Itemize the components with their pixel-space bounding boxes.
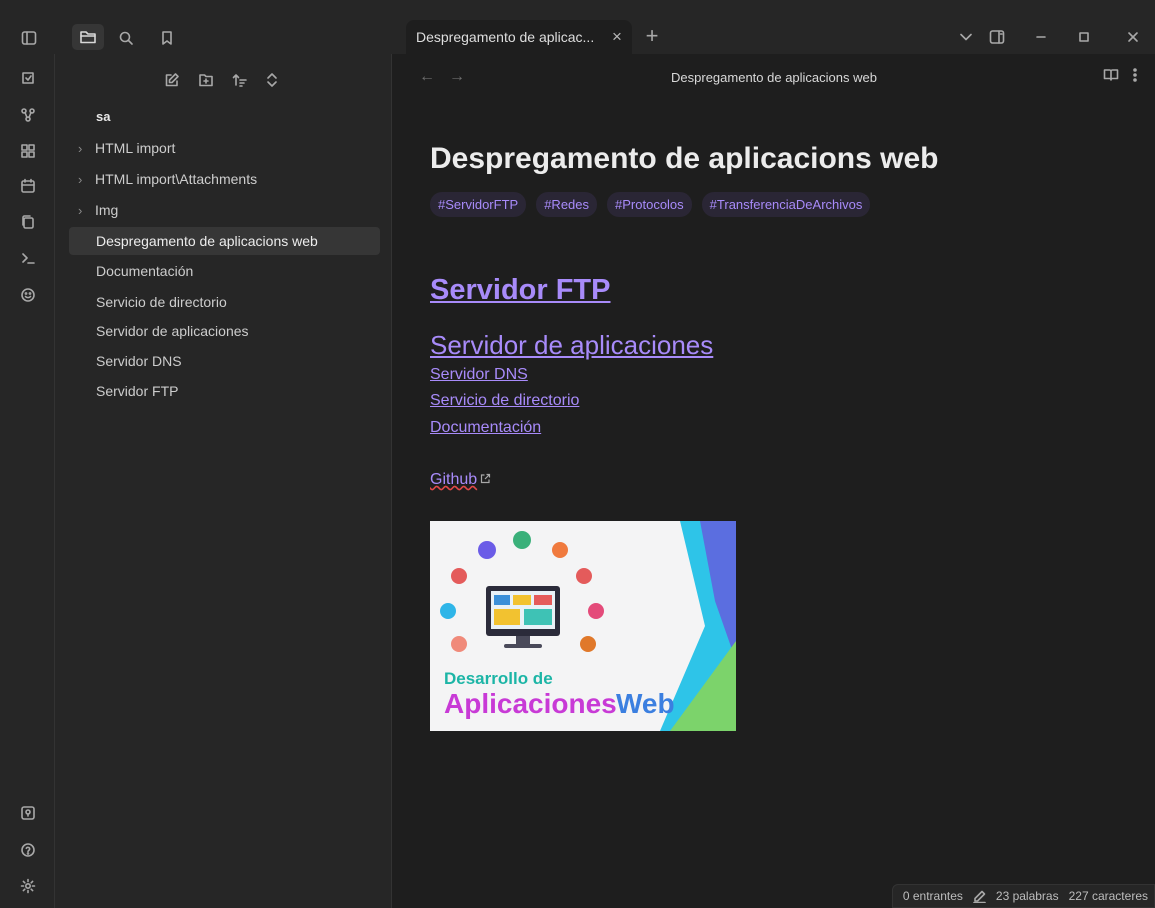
banner-text-line2b: Web — [616, 688, 675, 719]
search-icon[interactable] — [115, 27, 137, 49]
titlebar-left — [0, 0, 392, 54]
new-tab-button[interactable]: + — [640, 23, 664, 48]
view-title: Despregamento de aplicacions web — [671, 70, 877, 85]
banner-text-line1: Desarrollo de — [444, 669, 553, 688]
sidebar-item-label: Documentación — [96, 263, 194, 279]
tab-despregamento[interactable]: Despregamento de aplicac... × — [406, 20, 632, 54]
close-window-icon[interactable] — [1122, 26, 1144, 48]
chevron-right-icon: › — [78, 171, 83, 187]
sidebar-item-label: Servidor de aplicaciones — [96, 323, 249, 339]
terminal-icon[interactable] — [17, 247, 39, 269]
title-bar: Despregamento de aplicac... × + — [0, 0, 1155, 54]
sidebar-item-img[interactable]: › Img — [69, 196, 380, 224]
sidebar-item-label: Servicio de directorio — [96, 294, 227, 310]
sidebar-item-servidor-dns[interactable]: Servidor DNS — [69, 347, 380, 375]
graph-view-icon[interactable] — [17, 104, 39, 126]
tag-transferencia[interactable]: #TransferenciaDeArchivos — [701, 192, 871, 217]
maximize-icon[interactable] — [1073, 26, 1095, 48]
sidebar-item-label: Despregamento de aplicacions web — [96, 233, 318, 249]
sidebar-item-label: HTML import — [95, 140, 176, 156]
tag-servidorftp[interactable]: #ServidorFTP — [430, 192, 527, 217]
chevron-right-icon: › — [78, 202, 83, 218]
editor-pane: ←→ Despregamento de aplicacions web Desp… — [393, 54, 1155, 908]
calendar-icon[interactable] — [17, 175, 39, 197]
word-count: 23 palabras — [995, 889, 1059, 903]
web-development-banner-image: Desarrollo de Aplicaciones Web — [430, 521, 736, 731]
backlinks-count[interactable]: 0 entrantes — [903, 889, 963, 903]
sidebar-item-servidor-ftp[interactable]: Servidor FTP — [69, 377, 380, 405]
link-documentacion[interactable]: Documentación — [430, 419, 541, 437]
link-servidor-aplicaciones[interactable]: Servidor de aplicaciones — [430, 330, 713, 361]
tab-close-icon[interactable]: × — [606, 26, 628, 48]
link-github[interactable]: Github — [430, 471, 477, 488]
tag-redes[interactable]: #Redes — [536, 192, 598, 217]
new-folder-icon[interactable] — [195, 69, 217, 91]
sidebar-item-label: HTML import\Attachments — [95, 171, 258, 187]
vault-root-label: sa — [96, 109, 111, 124]
banner-text-line2a: Aplicaciones — [444, 688, 617, 719]
tag-list: #ServidorFTP #Redes #Protocolos #Transfe… — [430, 192, 871, 217]
vault-switcher-icon[interactable] — [17, 802, 39, 824]
canvas-icon[interactable] — [17, 140, 39, 162]
templates-icon[interactable] — [17, 211, 39, 233]
external-link-icon — [480, 473, 491, 487]
settings-icon[interactable] — [17, 875, 39, 897]
sidebar-item-servicio-directorio[interactable]: Servicio de directorio — [69, 288, 380, 316]
sort-order-icon[interactable] — [229, 69, 251, 91]
sidebar-item-servidor-aplicaciones[interactable]: Servidor de aplicaciones — [69, 317, 380, 345]
left-ribbon — [0, 54, 55, 908]
chevron-right-icon: › — [78, 140, 83, 156]
file-explorer: sa › HTML import › HTML import\Attachmen… — [55, 54, 392, 908]
sidebar-toggle-icon[interactable] — [18, 27, 40, 49]
status-bar: 0 entrantes 23 palabras 227 caracteres — [891, 884, 1155, 908]
reading-view-icon[interactable] — [1103, 68, 1119, 82]
more-options-icon[interactable] — [1133, 68, 1137, 82]
sidebar-item-despregamento[interactable]: Despregamento de aplicacions web — [69, 227, 380, 255]
link-servidor-dns[interactable]: Servidor DNS — [430, 366, 528, 384]
editing-mode-pencil-icon[interactable] — [973, 890, 986, 903]
tab-list-chevron-icon[interactable] — [956, 27, 976, 47]
tag-protocolos[interactable]: #Protocolos — [607, 192, 692, 217]
external-link-row: Github — [430, 471, 491, 489]
tab-title: Despregamento de aplicac... — [416, 29, 595, 45]
sidebar-item-html-import-attachments[interactable]: › HTML import\Attachments — [69, 165, 380, 193]
sidebar-item-html-import[interactable]: › HTML import — [69, 134, 380, 162]
document-content: Despregamento de aplicacions web #Servid… — [430, 142, 939, 488]
sidebar-item-documentacion[interactable]: Documentación — [69, 257, 380, 285]
link-servidor-ftp[interactable]: Servidor FTP — [430, 274, 611, 307]
char-count: 227 caracteres — [1068, 889, 1148, 903]
bookmark-icon[interactable] — [156, 27, 178, 49]
sidebar-item-label: Img — [95, 202, 119, 218]
sidebar-item-label: Servidor DNS — [96, 353, 182, 369]
quick-switcher-icon[interactable] — [17, 67, 39, 89]
file-explorer-icon[interactable] — [72, 24, 104, 50]
link-servicio-directorio[interactable]: Servicio de directorio — [430, 392, 579, 410]
right-sidebar-toggle-icon[interactable] — [986, 26, 1008, 48]
view-actions — [1103, 68, 1137, 82]
sidebar-item-label: Servidor FTP — [96, 383, 179, 399]
minimize-icon[interactable] — [1030, 26, 1052, 48]
view-header: ←→ Despregamento de aplicacions web — [393, 54, 1155, 100]
smiley-icon[interactable] — [17, 284, 39, 306]
banner-illustration: Desarrollo de Aplicaciones Web — [440, 521, 736, 731]
page-title: Despregamento de aplicacions web — [430, 142, 939, 175]
new-note-icon[interactable] — [161, 69, 183, 91]
help-icon[interactable] — [17, 839, 39, 861]
expand-collapse-icon[interactable] — [261, 69, 283, 91]
